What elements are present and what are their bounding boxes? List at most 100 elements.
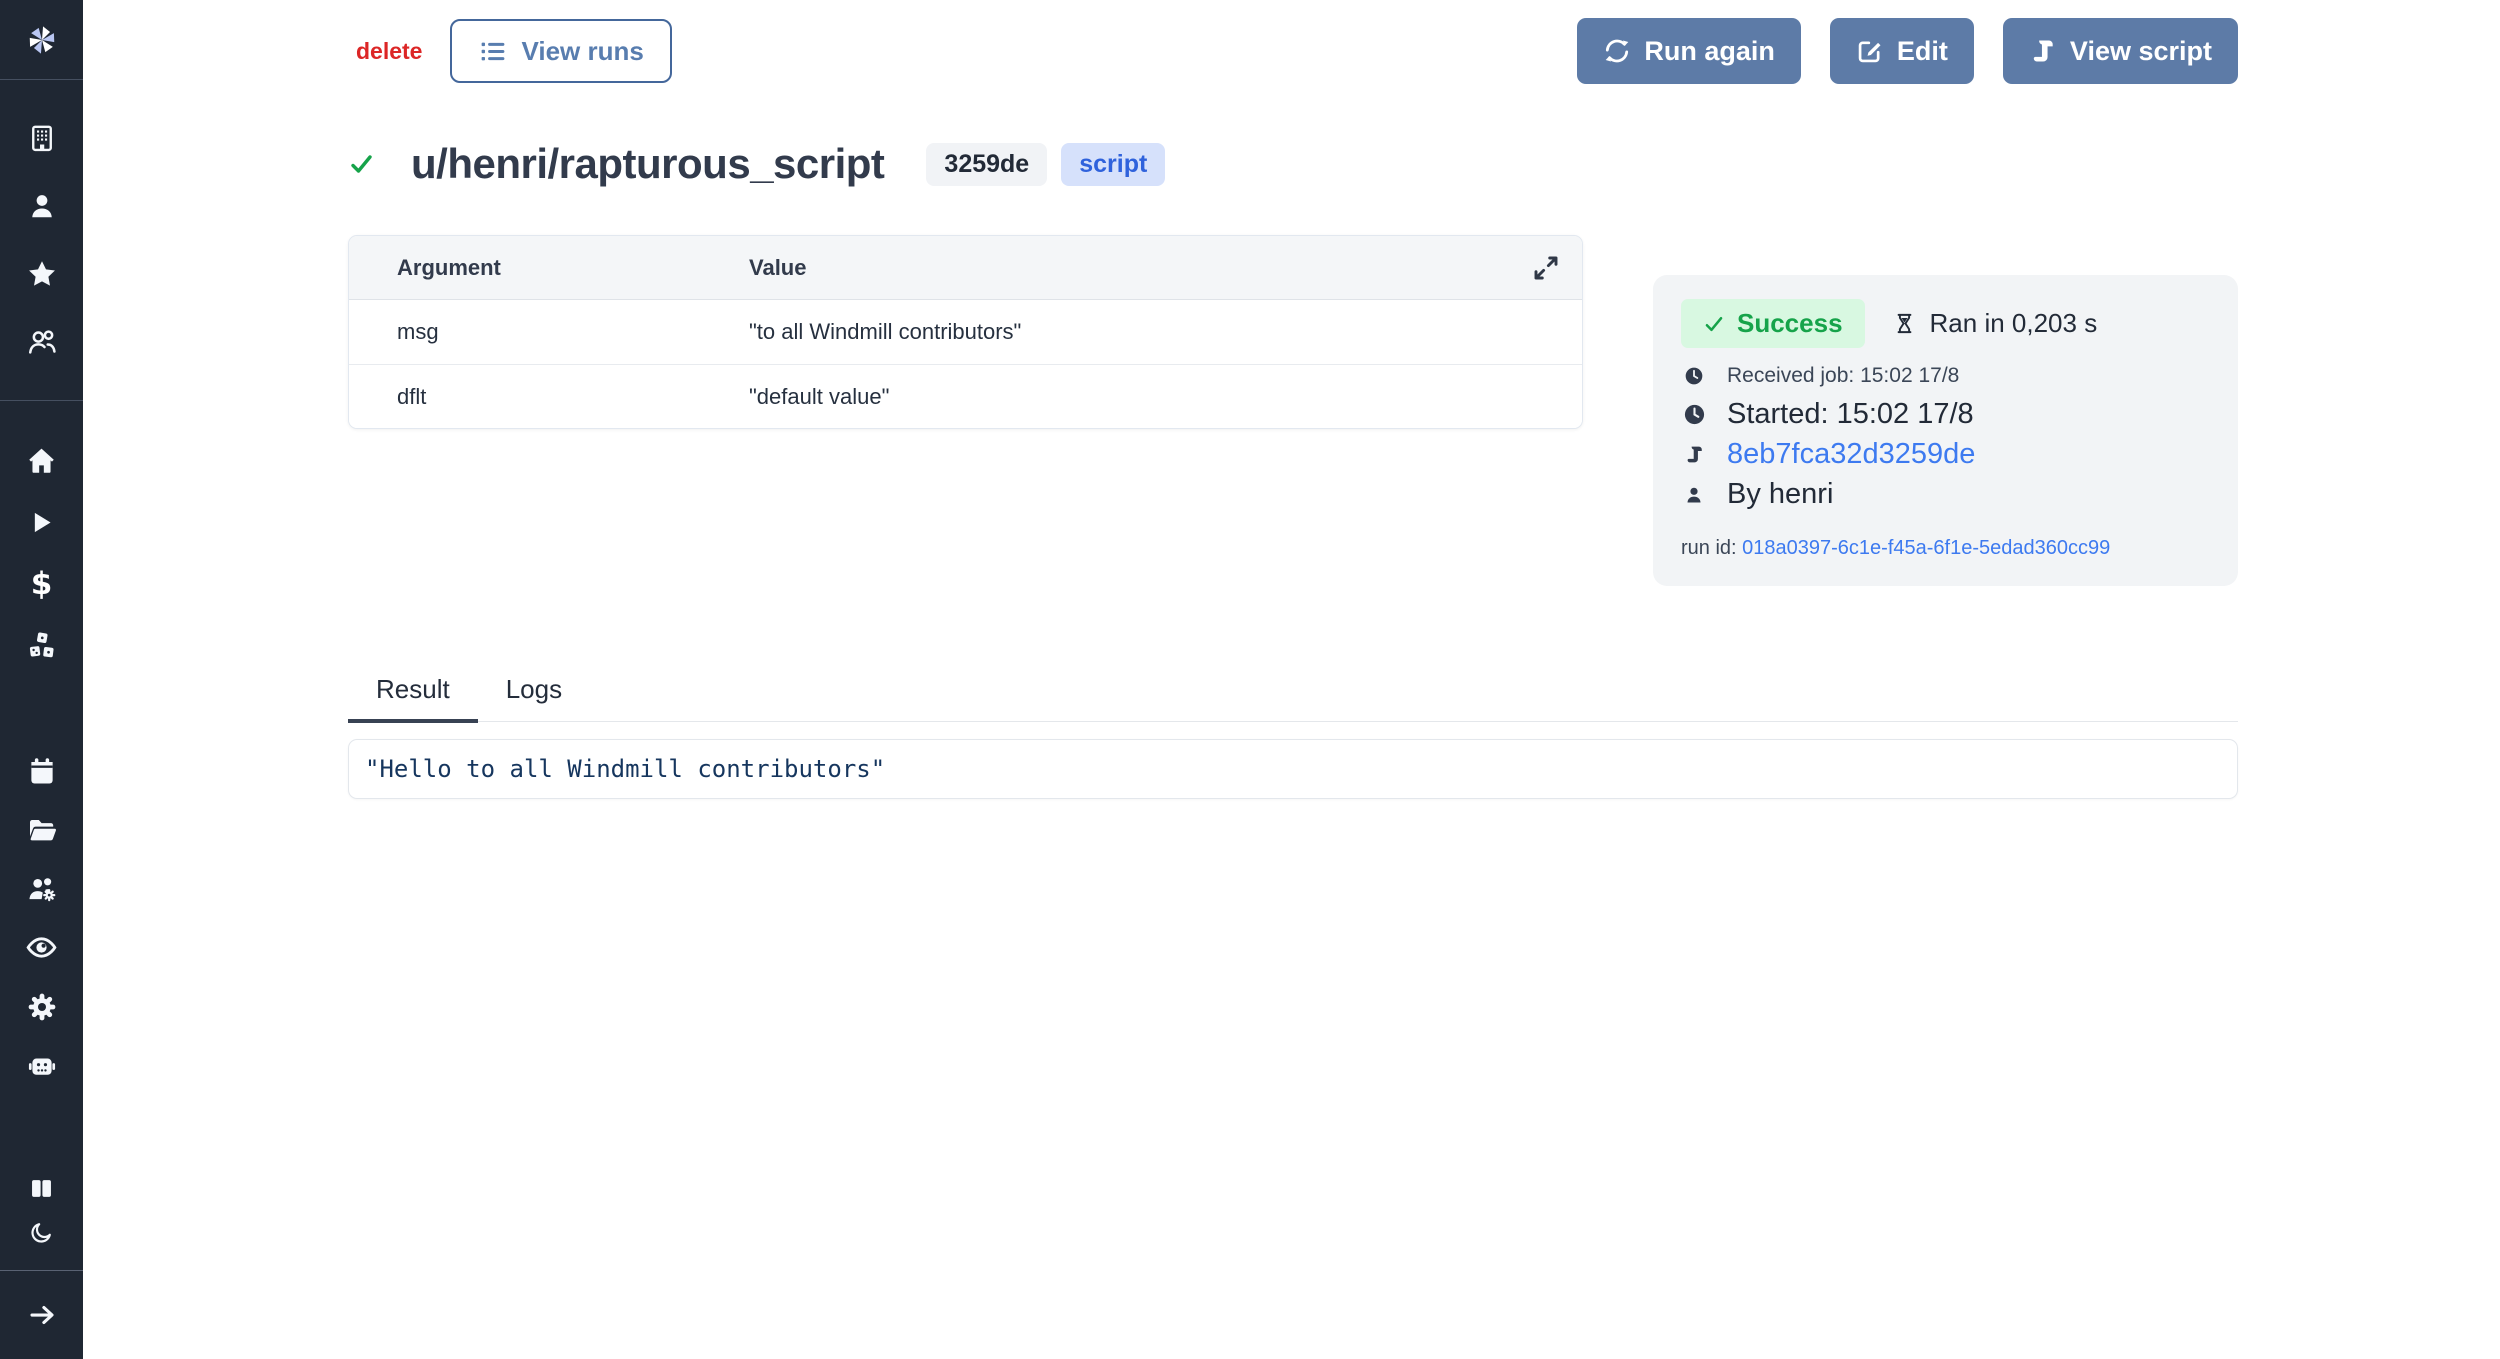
- sidebar-group-bottom: [0, 1166, 83, 1254]
- argument-column-header: Argument: [349, 255, 749, 281]
- job-hash-row: 8eb7fca32d3259de: [1681, 438, 2210, 471]
- run-author-label: By henri: [1727, 478, 1833, 511]
- sidebar-item-docs[interactable]: [0, 1166, 83, 1210]
- scroll-icon: [2029, 37, 2057, 65]
- moon-icon: [29, 1219, 55, 1245]
- sidebar: $: [0, 0, 83, 1359]
- user-icon: [27, 191, 57, 221]
- result-output-box: "Hello to all Windmill contributors": [348, 739, 2238, 799]
- edit-icon: [1856, 37, 1884, 65]
- value-cell: "default value": [749, 384, 1582, 410]
- tab-logs[interactable]: Logs: [478, 674, 590, 721]
- cubes-icon: [26, 630, 58, 662]
- run-author-row: By henri: [1681, 478, 2210, 511]
- script-hash-badge[interactable]: 3259de: [926, 143, 1047, 186]
- clock-icon: [1684, 366, 1704, 386]
- view-runs-label: View runs: [521, 36, 643, 67]
- argument-cell: msg: [349, 319, 749, 345]
- run-id-row: run id: 018a0397-6c1e-f45a-6f1e-5edad360…: [1681, 537, 2210, 560]
- value-cell: "to all Windmill contributors": [749, 319, 1582, 345]
- success-check-icon: [348, 152, 375, 176]
- view-script-button[interactable]: View script: [2003, 18, 2238, 84]
- sidebar-divider: [0, 400, 83, 401]
- status-row: Success Ran in 0,203 s: [1681, 299, 2210, 348]
- folder-open-icon: [26, 814, 58, 846]
- sidebar-item-user[interactable]: [0, 172, 83, 240]
- status-badge: Success: [1681, 299, 1865, 348]
- script-type-badge: script: [1061, 143, 1165, 186]
- sidebar-item-star[interactable]: [0, 240, 83, 308]
- table-row: dflt "default value": [349, 364, 1582, 428]
- edit-button[interactable]: Edit: [1830, 18, 1974, 84]
- sidebar-item-settings[interactable]: [0, 977, 83, 1036]
- sidebar-group-top: [0, 104, 83, 376]
- sidebar-item-calendar[interactable]: [0, 741, 83, 800]
- tab-result[interactable]: Result: [348, 674, 478, 723]
- arguments-table: Argument Value msg "to all Windmill cont…: [348, 235, 1583, 429]
- hourglass-icon: [1893, 311, 1916, 336]
- title-row: u/henri/rapturous_script 3259de script: [348, 136, 2238, 192]
- sidebar-item-cubes[interactable]: [0, 615, 83, 677]
- argument-cell: dflt: [349, 384, 749, 410]
- view-runs-button[interactable]: View runs: [450, 19, 671, 83]
- run-id-link[interactable]: 018a0397-6c1e-f45a-6f1e-5edad360cc99: [1742, 537, 2110, 559]
- clock-icon: [1683, 403, 1706, 426]
- sidebar-item-users-gear[interactable]: [0, 859, 83, 918]
- view-script-label: View script: [2070, 36, 2212, 67]
- received-label: Received job: 15:02 17/8: [1727, 364, 1959, 388]
- robot-icon: [26, 1050, 58, 1082]
- building-icon: [27, 123, 57, 153]
- sidebar-item-robot[interactable]: [0, 1036, 83, 1095]
- sidebar-group-main: $: [0, 429, 83, 677]
- delete-button[interactable]: delete: [356, 38, 422, 65]
- sidebar-item-users[interactable]: [0, 308, 83, 376]
- sidebar-item-theme-toggle[interactable]: [0, 1210, 83, 1254]
- status-label: Success: [1737, 308, 1843, 339]
- job-hash-link[interactable]: 8eb7fca32d3259de: [1727, 438, 1975, 471]
- users-gear-icon: [26, 873, 58, 905]
- gear-icon: [26, 991, 58, 1023]
- main-content: delete View runs: [83, 0, 2500, 799]
- refresh-icon: [1603, 37, 1631, 65]
- book-icon: [28, 1175, 55, 1202]
- result-tabs: Result Logs: [348, 674, 2238, 722]
- run-again-label: Run again: [1644, 36, 1775, 67]
- sidebar-item-play[interactable]: [0, 491, 83, 553]
- expand-table-button[interactable]: [1528, 250, 1564, 286]
- arguments-table-header: Argument Value: [349, 236, 1582, 300]
- calendar-icon: [27, 756, 57, 786]
- expand-icon: [1530, 252, 1562, 284]
- edit-label: Edit: [1897, 36, 1948, 67]
- sidebar-expand-button[interactable]: [0, 1271, 83, 1359]
- users-icon: [26, 326, 58, 358]
- received-row: Received job: 15:02 17/8: [1681, 364, 2210, 388]
- run-again-button[interactable]: Run again: [1577, 18, 1801, 84]
- started-row: Started: 15:02 17/8: [1681, 398, 2210, 431]
- value-column-header: Value: [749, 255, 1582, 281]
- eye-icon: [25, 931, 58, 964]
- windmill-logo-icon: [21, 19, 63, 61]
- run-status-panel: Success Ran in 0,203 s: [1653, 275, 2238, 586]
- topbar: delete View runs: [348, 18, 2238, 84]
- person-icon: [1684, 485, 1704, 505]
- arrow-right-icon: [27, 1300, 57, 1330]
- check-icon: [1703, 314, 1725, 334]
- table-row: msg "to all Windmill contributors": [349, 300, 1582, 364]
- sidebar-item-eye[interactable]: [0, 918, 83, 977]
- sidebar-item-folder[interactable]: [0, 800, 83, 859]
- sidebar-item-building[interactable]: [0, 104, 83, 172]
- list-icon: [478, 37, 507, 66]
- home-icon: [26, 445, 57, 476]
- dollar-icon: $: [31, 569, 53, 600]
- started-label: Started: 15:02 17/8: [1727, 398, 1974, 431]
- page-title: u/henri/rapturous_script: [411, 140, 884, 188]
- sidebar-item-dollar[interactable]: $: [0, 553, 83, 615]
- sidebar-item-home[interactable]: [0, 429, 83, 491]
- run-id-label: run id:: [1681, 537, 1737, 559]
- run-duration-label: Ran in 0,203 s: [1930, 308, 2098, 339]
- windmill-logo[interactable]: [0, 0, 83, 80]
- run-duration: Ran in 0,203 s: [1893, 308, 2098, 339]
- play-icon: [27, 508, 56, 537]
- scroll-icon: [1684, 444, 1705, 465]
- star-icon: [26, 258, 58, 290]
